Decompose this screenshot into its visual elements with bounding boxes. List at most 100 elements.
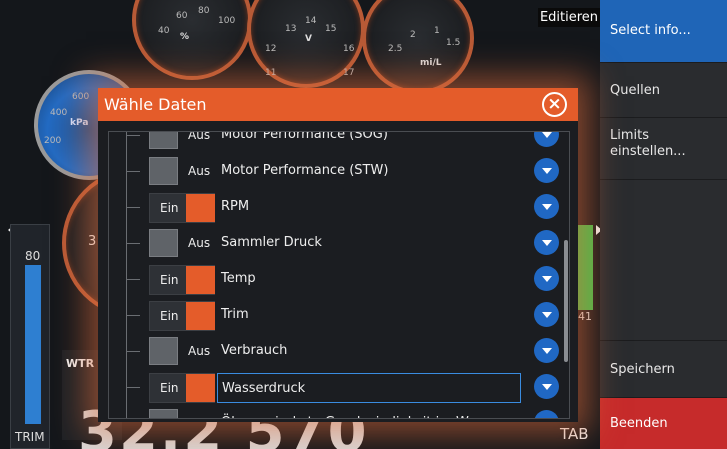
data-list[interactable]: Aus Motor Performance (SOG) Aus Motor Perfo…: [108, 131, 570, 419]
toggle-knob: [149, 409, 178, 418]
wtr-label: WTR: [66, 357, 95, 370]
list-item-label: Sammler Druck: [221, 235, 322, 250]
toggle-knob: [186, 302, 215, 330]
chevron-down-icon[interactable]: [534, 338, 559, 363]
tree-connector: [126, 315, 140, 316]
toggle-switch[interactable]: Ein: [149, 301, 215, 331]
gauge-tick: 200: [44, 136, 62, 146]
list-item[interactable]: Ein RPM: [109, 190, 559, 226]
gauge-tick: 600: [72, 92, 90, 102]
gauge-tick: 3: [88, 234, 97, 249]
gauge-tick: 11: [265, 68, 277, 78]
gauge-tick: 100: [218, 16, 236, 26]
list-item-label: Motor Performance (SOG): [221, 131, 388, 142]
toggle-state-label: Aus: [188, 236, 211, 250]
tab-value: 41: [578, 310, 592, 323]
gauge-tick: 2.5: [388, 44, 403, 54]
toggle-knob: [149, 132, 178, 149]
gauge-tick: 16: [343, 44, 355, 54]
toggle-state-label: Ein: [160, 201, 179, 215]
toggle-switch[interactable]: Aus: [149, 409, 215, 418]
gauge-tick: 60: [176, 11, 188, 21]
select-info-button[interactable]: Select info...: [600, 0, 727, 63]
gauge-tick: 15: [325, 24, 337, 34]
list-item[interactable]: Aus Motor Performance (STW): [109, 154, 559, 190]
gauge-tick: 80: [198, 6, 210, 16]
toggle-switch[interactable]: Aus: [149, 229, 215, 259]
edit-button[interactable]: Editieren: [538, 8, 600, 27]
list-item-label: Trim: [221, 307, 249, 322]
trim-level-bar: [25, 265, 41, 424]
toggle-state-label: Aus: [188, 344, 211, 358]
chevron-down-icon[interactable]: [534, 410, 559, 418]
tree-connector: [126, 207, 140, 208]
chevron-down-icon[interactable]: [534, 266, 559, 291]
toggle-state-label: Ein: [160, 273, 179, 287]
gauge-tick: 2: [410, 30, 416, 40]
toggle-state-label: Ein: [160, 381, 179, 395]
gauge-tick: 1: [434, 26, 440, 36]
set-limits-button[interactable]: Limits einstellen...: [600, 118, 727, 180]
chevron-down-icon[interactable]: [534, 132, 559, 147]
toggle-switch[interactable]: Ein: [149, 265, 215, 295]
gauge-unit: %: [180, 32, 190, 42]
chevron-down-icon[interactable]: [534, 374, 559, 399]
toggle-switch[interactable]: Ein: [149, 193, 215, 223]
list-item-label: Verbrauch: [221, 343, 288, 358]
chevron-down-icon[interactable]: [534, 230, 559, 255]
gauge-tick: 14: [305, 16, 317, 26]
gauge-tick: 17: [343, 68, 355, 78]
tree-connector: [126, 387, 140, 388]
list-item-label: Motor Performance (STW): [221, 163, 389, 178]
gauge-unit: mi/L: [420, 58, 442, 68]
close-icon[interactable]: ×: [542, 92, 567, 117]
trim-value: 80: [25, 249, 41, 263]
toggle-switch[interactable]: Aus: [149, 157, 215, 187]
gauge-unit: V: [305, 34, 312, 44]
trim-indicator[interactable]: 80 TRIM: [10, 224, 50, 449]
percent-gauge[interactable]: 40 60 80 100 %: [132, 0, 252, 80]
gauge-tick: 400: [50, 108, 68, 118]
scrollbar-thumb[interactable]: [564, 240, 568, 362]
tree-connector: [126, 135, 140, 136]
list-item[interactable]: Ein Trim: [109, 298, 559, 334]
select-data-dialog: Wähle Daten × Aus Motor Performance (SOG)…: [98, 88, 578, 422]
toggle-knob: [149, 157, 178, 185]
chevron-down-icon[interactable]: [534, 158, 559, 183]
tree-connector: [126, 171, 140, 172]
list-item[interactable]: Aus Motor Performance (SOG): [109, 131, 559, 154]
list-item[interactable]: Ein Wasserdruck: [109, 370, 559, 406]
chevron-down-icon[interactable]: [534, 194, 559, 219]
toggle-switch[interactable]: Aus: [149, 131, 215, 151]
list-item[interactable]: Aus Ökonomischste Geschwindigkeit im Wass…: [109, 406, 559, 418]
fuel-economy-gauge[interactable]: 1 1.5 2 2.5 mi/L: [362, 0, 474, 94]
gauge-tick: 12: [265, 44, 277, 54]
toggle-knob: [149, 229, 178, 257]
gauge-tick: 40: [158, 26, 170, 36]
toggle-switch[interactable]: Ein: [149, 373, 215, 403]
tree-connector: [126, 243, 140, 244]
side-menu: Select info... Quellen Limits einstellen…: [600, 0, 727, 449]
list-item-label: Temp: [221, 271, 256, 286]
tree-connector: [126, 279, 140, 280]
list-item[interactable]: Ein Temp: [109, 262, 559, 298]
dialog-title: Wähle Daten: [104, 95, 207, 114]
list-item[interactable]: Aus Verbrauch: [109, 334, 559, 370]
toggle-knob: [186, 374, 215, 402]
chevron-down-icon[interactable]: [534, 302, 559, 327]
toggle-switch[interactable]: Aus: [149, 337, 215, 367]
scrollbar[interactable]: [564, 132, 568, 418]
gauge-tick: 1.5: [446, 38, 461, 48]
save-button[interactable]: Speichern: [600, 340, 727, 398]
exit-button[interactable]: Beenden: [600, 398, 727, 449]
toggle-knob: [149, 337, 178, 365]
sources-button[interactable]: Quellen: [600, 63, 727, 118]
list-item-label: Wasserdruck: [217, 373, 521, 403]
list-item[interactable]: Aus Sammler Druck: [109, 226, 559, 262]
tree-connector: [126, 351, 140, 352]
trim-label: TRIM: [15, 430, 45, 444]
list-item-label: Ökonomischste Geschwindigkeit im Wasser: [221, 415, 503, 418]
toggle-state-label: Aus: [188, 131, 211, 142]
voltage-gauge[interactable]: 11 12 13 14 15 16 17 V: [247, 0, 365, 88]
dialog-title-bar: Wähle Daten ×: [98, 88, 578, 121]
